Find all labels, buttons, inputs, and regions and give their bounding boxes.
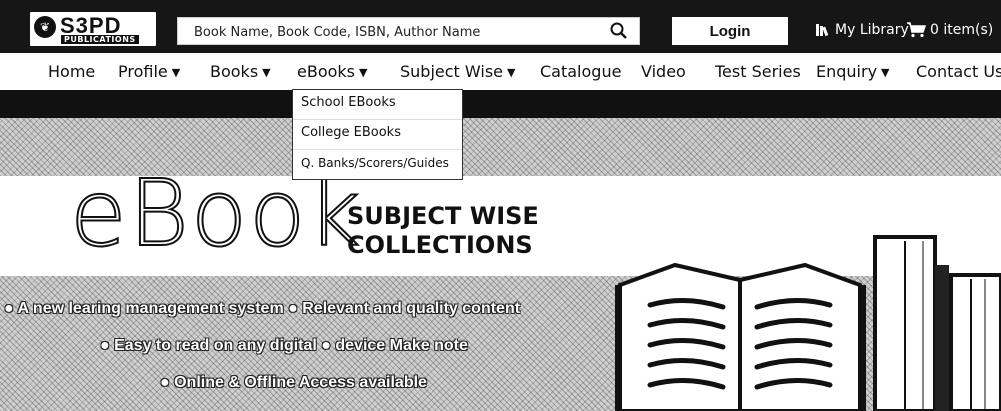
banner-top-band xyxy=(0,90,1001,118)
main-nav: Home Profile ▼ Books ▼ eBooks ▼ Subject Wis… xyxy=(0,53,1001,90)
nav-label: Test Series xyxy=(715,62,801,81)
nav-books[interactable]: Books ▼ xyxy=(210,62,271,81)
banner-bullet-3: ● Online & Offline Access available xyxy=(160,374,427,391)
nav-label: Contact Us xyxy=(916,62,1001,81)
chevron-down-icon: ▼ xyxy=(262,66,271,79)
nav-home[interactable]: Home xyxy=(48,62,95,81)
library-icon xyxy=(816,24,829,37)
nav-subject-wise[interactable]: Subject Wise ▼ xyxy=(400,62,515,81)
banner-bullet-2: ● Easy to read on any digital ● device M… xyxy=(100,337,468,354)
ebooks-dropdown-menu: School EBooks College EBooks Q. Banks/Sc… xyxy=(292,89,463,180)
cart-icon xyxy=(907,22,926,38)
chevron-down-icon: ▼ xyxy=(507,66,516,79)
nav-catalogue[interactable]: Catalogue xyxy=(540,62,621,81)
nav-contact-us[interactable]: Contact Us xyxy=(916,62,1001,81)
nav-ebooks[interactable]: eBooks ▼ xyxy=(297,62,367,81)
search-input[interactable] xyxy=(192,21,596,43)
banner-subtitle-line1: SUBJECT WISE xyxy=(347,202,539,230)
dropdown-item-college-ebooks[interactable]: College EBooks xyxy=(293,120,462,150)
chevron-down-icon: ▼ xyxy=(881,66,890,79)
nav-video[interactable]: Video xyxy=(641,62,686,81)
nav-label: Home xyxy=(48,62,96,81)
logo-subtext: PUBLICATIONS xyxy=(61,35,139,44)
login-button[interactable]: Login xyxy=(672,17,788,45)
site-logo[interactable]: ❦ S3PD PUBLICATIONS xyxy=(30,12,156,46)
nav-label: Subject Wise xyxy=(400,62,503,81)
chevron-down-icon: ▼ xyxy=(359,66,368,79)
banner-subtitle-line2: COLLECTIONS xyxy=(347,231,533,259)
nav-label: Profile xyxy=(118,62,168,81)
nav-test-series[interactable]: Test Series xyxy=(715,62,801,81)
dropdown-item-school-ebooks[interactable]: School EBooks xyxy=(293,90,462,120)
cart-link[interactable]: 0 item(s) xyxy=(906,22,993,38)
search-icon[interactable] xyxy=(609,21,629,41)
dropdown-item-qbanks-scorers-guides[interactable]: Q. Banks/Scorers/Guides xyxy=(293,150,462,179)
my-library-label: My Library xyxy=(835,22,909,38)
nav-profile[interactable]: Profile ▼ xyxy=(118,62,180,81)
logo-emblem-icon: ❦ xyxy=(34,16,56,38)
nav-label: eBooks xyxy=(297,62,355,81)
nav-label: Enquiry xyxy=(816,62,878,81)
my-library-link[interactable]: My Library xyxy=(815,22,909,38)
nav-label: Video xyxy=(641,62,686,81)
open-book-illustration xyxy=(615,235,1001,411)
cart-count: 0 item(s) xyxy=(930,22,994,38)
banner-bullet-1: ● A new learing management system ● Rele… xyxy=(4,300,521,317)
nav-label: Catalogue xyxy=(540,62,622,81)
banner-subtitle: SUBJECT WISE COLLECTIONS xyxy=(347,202,539,260)
search-box xyxy=(177,17,640,45)
nav-label: Books xyxy=(210,62,259,81)
top-header: ❦ S3PD PUBLICATIONS Login My Library 0 i… xyxy=(0,0,1001,53)
nav-enquiry[interactable]: Enquiry ▼ xyxy=(816,62,890,81)
chevron-down-icon: ▼ xyxy=(171,66,181,79)
